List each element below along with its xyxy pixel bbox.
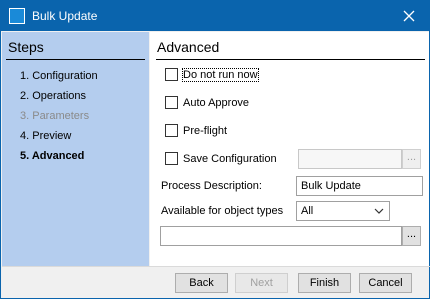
title-bar[interactable]: Bulk Update bbox=[1, 1, 429, 31]
process-description-label: Process Description: bbox=[161, 180, 262, 192]
object-types-selected: All bbox=[301, 205, 314, 217]
save-configuration-row[interactable]: Save Configuration bbox=[165, 152, 277, 165]
do-not-run-now-checkbox[interactable] bbox=[165, 68, 178, 81]
do-not-run-now-row[interactable]: Do not run now bbox=[165, 67, 259, 82]
app-window-icon bbox=[9, 8, 25, 24]
advanced-heading: Advanced bbox=[157, 39, 220, 55]
save-configuration-browse-button[interactable]: ... bbox=[402, 149, 421, 169]
step-operations[interactable]: 2. Operations bbox=[20, 90, 86, 102]
object-types-label: Available for object types bbox=[161, 205, 284, 217]
pre-flight-label[interactable]: Pre-flight bbox=[183, 125, 227, 137]
step-preview[interactable]: 4. Preview bbox=[20, 130, 71, 142]
chevron-down-icon bbox=[374, 208, 384, 214]
footer-divider bbox=[2, 266, 430, 267]
step-configuration[interactable]: 1. Configuration bbox=[20, 70, 98, 82]
save-configuration-label[interactable]: Save Configuration bbox=[183, 153, 277, 165]
advanced-panel: Advanced Do not run now Auto Approve Pre… bbox=[150, 32, 429, 266]
auto-approve-checkbox[interactable] bbox=[165, 96, 178, 109]
auto-approve-label[interactable]: Auto Approve bbox=[183, 97, 249, 109]
save-configuration-checkbox[interactable] bbox=[165, 152, 178, 165]
bulk-update-dialog: Bulk Update Steps 1. Configuration 2. Op… bbox=[0, 0, 430, 299]
steps-heading: Steps bbox=[8, 39, 44, 55]
back-button[interactable]: Back bbox=[175, 273, 228, 293]
do-not-run-now-label[interactable]: Do not run now bbox=[182, 67, 259, 82]
path-field[interactable] bbox=[160, 226, 402, 246]
step-parameters: 3. Parameters bbox=[20, 110, 90, 122]
auto-approve-row[interactable]: Auto Approve bbox=[165, 96, 249, 109]
object-types-dropdown[interactable]: All bbox=[296, 201, 390, 221]
pre-flight-row[interactable]: Pre-flight bbox=[165, 124, 227, 137]
finish-button[interactable]: Finish bbox=[298, 273, 351, 293]
step-advanced[interactable]: 5. Advanced bbox=[20, 150, 84, 162]
steps-divider bbox=[6, 59, 145, 60]
steps-panel: Steps 1. Configuration 2. Operations 3. … bbox=[2, 32, 149, 266]
close-button[interactable] bbox=[389, 1, 429, 31]
process-description-field[interactable]: Bulk Update bbox=[296, 176, 423, 196]
path-browse-button[interactable]: ... bbox=[402, 226, 421, 246]
window-title: Bulk Update bbox=[32, 9, 98, 23]
next-button[interactable]: Next bbox=[235, 273, 288, 293]
cancel-button[interactable]: Cancel bbox=[359, 273, 412, 293]
close-icon bbox=[403, 10, 415, 22]
pre-flight-checkbox[interactable] bbox=[165, 124, 178, 137]
save-configuration-name-field[interactable] bbox=[298, 149, 402, 169]
advanced-divider bbox=[156, 59, 425, 60]
